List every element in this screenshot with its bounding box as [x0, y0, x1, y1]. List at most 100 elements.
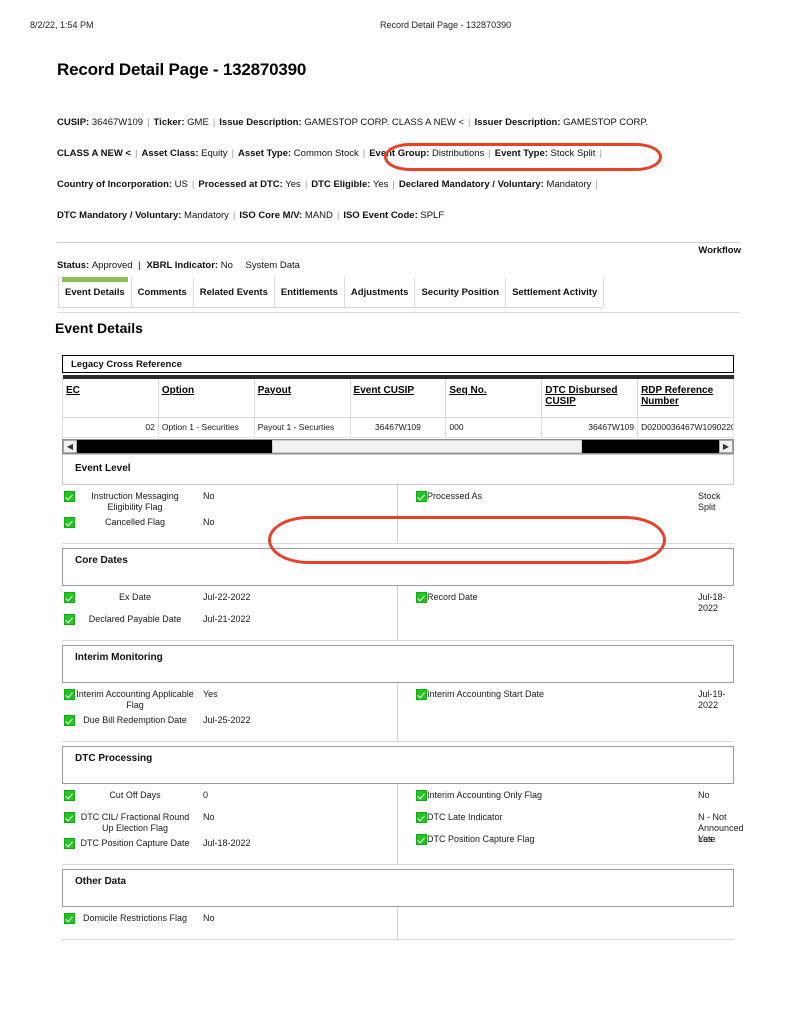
- tab-label: Security Position: [421, 287, 500, 298]
- group-fields-interim-monitoring: Interim Accounting Applicable Flag Yes Due…: [62, 683, 734, 742]
- field-row: DTC Late Indicator N - Not Announced Late: [398, 810, 744, 844]
- summary-separator: |: [468, 117, 471, 128]
- checkmark-icon[interactable]: [64, 614, 75, 625]
- summary-field-label: Asset Type:: [238, 148, 292, 159]
- legacy-cross-reference-box[interactable]: Legacy Cross Reference: [62, 355, 734, 373]
- scroll-left-arrow-icon[interactable]: ◀: [63, 440, 77, 453]
- field-value: No: [203, 812, 215, 822]
- system-data-link[interactable]: System Data: [236, 260, 300, 271]
- column-header-seq-no[interactable]: Seq No.: [445, 379, 543, 418]
- scroll-thumb[interactable]: [272, 440, 582, 453]
- cell-rdp-reference-number: D0200036467W109022071822072100: [637, 417, 734, 438]
- field-row: Domicile Restrictions Flag No: [62, 911, 397, 933]
- checkmark-icon[interactable]: [416, 834, 427, 845]
- column-header-dtc-disbursed-cusip[interactable]: DTC Disbursed CUSIP: [541, 379, 639, 418]
- group-header-label: Interim Monitoring: [75, 652, 163, 663]
- checkmark-icon[interactable]: [64, 517, 75, 528]
- tab-label: Related Events: [199, 287, 268, 298]
- field-label: Ex Date: [118, 592, 151, 602]
- checkmark-icon[interactable]: [64, 491, 75, 502]
- summary-separator: |: [191, 179, 195, 190]
- column-header-payout[interactable]: Payout: [253, 379, 351, 418]
- field-value: No: [203, 517, 215, 527]
- field-value: Jul-19-2022: [698, 689, 726, 710]
- column-header-label: Payout: [257, 385, 292, 396]
- checkmark-icon[interactable]: [64, 689, 75, 700]
- tab-settlement-activity[interactable]: Settlement Activity: [505, 277, 605, 307]
- summary-field-label: ISO Event Code:: [343, 210, 418, 221]
- column-header-label: Option: [161, 385, 195, 396]
- scroll-track-right[interactable]: [582, 440, 719, 453]
- checkmark-icon[interactable]: [64, 838, 75, 849]
- checkmark-icon[interactable]: [64, 790, 75, 801]
- field-row: Processed As Stock Split: [398, 489, 734, 512]
- column-header-rdp-reference-number[interactable]: RDP Reference Number: [637, 379, 734, 418]
- field-label: Domicile Restrictions Flag: [82, 913, 188, 923]
- field-label: Instruction Messaging Eligibility Flag: [91, 491, 179, 512]
- summary-field-value: SPLF: [417, 210, 445, 221]
- tab-security-position[interactable]: Security Position: [414, 277, 507, 307]
- field-row: Interim Accounting Applicable Flag Yes: [62, 687, 397, 713]
- field-column-right: [398, 907, 734, 939]
- event-details-panel: Legacy Cross Reference EC Option Payout Eve…: [62, 355, 744, 940]
- group-fields-core-dates: Ex Date Jul-22-2022 Declared Payable Date J…: [62, 586, 734, 641]
- summary-field-label: DTC Eligible:: [311, 179, 371, 190]
- checkmark-icon[interactable]: [64, 592, 75, 603]
- checkmark-icon[interactable]: [64, 812, 75, 823]
- checkmark-icon[interactable]: [64, 715, 75, 726]
- checkmark-icon[interactable]: [416, 790, 427, 801]
- tab-event-details[interactable]: Event Details: [58, 277, 132, 307]
- cell-ec: 02: [62, 417, 159, 438]
- summary-separator: |: [392, 179, 395, 190]
- field-value: Jul-18-2022: [203, 838, 251, 848]
- field-label: Interim Accounting Start Date: [427, 689, 545, 699]
- summary-field-value: MAND: [302, 210, 333, 221]
- summary-field-label: Asset Class:: [141, 148, 199, 159]
- tab-entitlements[interactable]: Entitlements: [273, 277, 345, 307]
- checkmark-icon[interactable]: [416, 491, 427, 502]
- xbrl-indicator-label: XBRL Indicator:: [146, 260, 219, 271]
- summary-field-label: Issuer Description:: [474, 117, 561, 128]
- scroll-right-arrow-icon[interactable]: ▶: [719, 440, 733, 453]
- column-header-event-cusip[interactable]: Event CUSIP: [349, 379, 447, 418]
- field-label: DTC CIL/ Fractional Round Up Election Fl…: [80, 812, 190, 833]
- summary-divider: [57, 242, 740, 243]
- field-row: Record Date Jul-18-2022: [398, 590, 734, 613]
- field-column-left: Cut Off Days 0 DTC CIL/ Fractional Round U…: [62, 784, 398, 864]
- summary-separator: |: [231, 148, 234, 159]
- group-header-event-level: Event Level: [62, 454, 734, 485]
- tab-bar: Event Details Comments Related Events Entit…: [58, 277, 605, 308]
- field-row: Declared Payable Date Jul-21-2022: [62, 612, 397, 634]
- legacy-cross-reference-table: EC Option Payout Event CUSIP Seq No. DTC Disb…: [62, 375, 734, 438]
- checkmark-icon[interactable]: [64, 913, 75, 924]
- field-column-left: Instruction Messaging Eligibility Flag No…: [62, 485, 398, 543]
- summary-separator: |: [595, 179, 598, 190]
- scroll-track-left[interactable]: [77, 440, 272, 453]
- status-separator: |: [138, 260, 141, 271]
- table-horizontal-scrollbar[interactable]: ◀ ▶: [62, 439, 734, 454]
- summary-separator: |: [488, 148, 491, 159]
- table-row[interactable]: 02 Option 1 - Securities Payout 1 - Securt…: [62, 417, 734, 438]
- field-label: Record Date: [427, 592, 478, 602]
- column-header-ec[interactable]: EC: [62, 379, 159, 418]
- print-header: 8/2/22, 1:54 PM Record Detail Page - 132…: [0, 20, 791, 36]
- field-column-right: Interim Accounting Only Flag No DTC Late I…: [398, 784, 744, 864]
- tab-label: Comments: [137, 287, 187, 298]
- column-header-option[interactable]: Option: [157, 379, 255, 418]
- tab-comments[interactable]: Comments: [130, 277, 194, 307]
- summary-field-label: ISO Core M/V:: [239, 210, 303, 221]
- tab-adjustments[interactable]: Adjustments: [343, 277, 416, 307]
- page-title: Record Detail Page - 132870390: [57, 60, 307, 79]
- checkmark-icon[interactable]: [416, 689, 427, 700]
- checkmark-icon[interactable]: [416, 592, 427, 603]
- field-label: DTC Position Capture Flag: [427, 834, 535, 844]
- summary-field-value: Stock Split: [547, 148, 596, 159]
- field-value: Yes: [698, 834, 713, 844]
- group-header-label: Other Data: [75, 876, 127, 887]
- summary-field-value: Distributions: [429, 148, 485, 159]
- field-row: Ex Date Jul-22-2022: [62, 590, 397, 612]
- checkmark-icon[interactable]: [416, 812, 427, 823]
- column-header-label: Seq No.: [449, 385, 487, 396]
- summary-field-value: Yes: [370, 179, 389, 190]
- tab-related-events[interactable]: Related Events: [192, 277, 275, 307]
